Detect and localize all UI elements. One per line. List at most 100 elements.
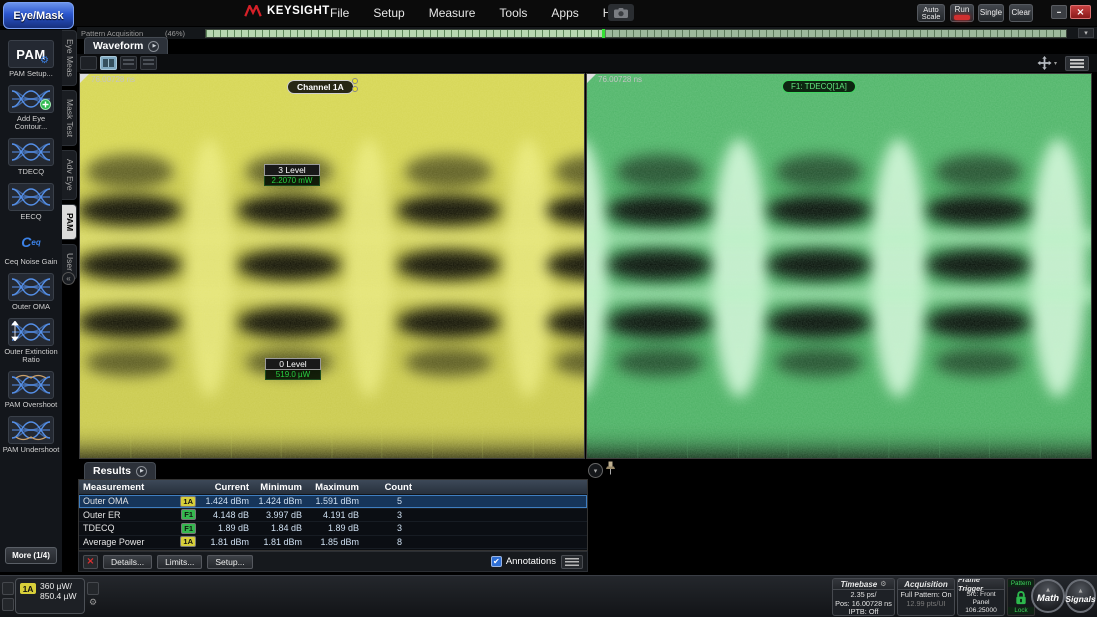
results-header-row: Measurement Current Minimum Maximum Coun… bbox=[79, 480, 587, 495]
single-button[interactable]: Single bbox=[978, 4, 1004, 22]
channel-scale-panel[interactable]: 1A 360 µW/ 850.4 µW bbox=[15, 578, 85, 614]
function-badge[interactable]: F1: TDECQ[1A] bbox=[782, 80, 856, 93]
sidebar-collapse-button[interactable]: « bbox=[62, 272, 75, 285]
pin-icon[interactable] bbox=[606, 461, 615, 480]
sidebar-item-ceq-noise-gain[interactable]: Ceq Ceq Noise Gain bbox=[1, 228, 61, 266]
maximum-value: 4.191 dB bbox=[306, 510, 363, 520]
pane-corner-marker bbox=[587, 74, 596, 83]
progress-marker bbox=[602, 29, 605, 38]
chevron-down-icon: ▾ bbox=[594, 467, 598, 475]
minimize-button[interactable]: – bbox=[1051, 5, 1067, 19]
table-row-average-power[interactable]: Average Power1A 1.81 dBm 1.81 dBm 1.85 d… bbox=[79, 536, 587, 550]
signals-button[interactable]: ▲ Signals bbox=[1065, 579, 1096, 613]
channel-prev2-button[interactable] bbox=[2, 598, 14, 611]
frame-trigger-panel[interactable]: Frame Trigger Src: Front Panel 106.25000… bbox=[957, 578, 1005, 616]
col-minimum[interactable]: Minimum bbox=[253, 482, 306, 493]
details-button[interactable]: Details... bbox=[103, 555, 152, 569]
sidebar-item-pam-undershoot[interactable]: PAM Undershoot bbox=[1, 416, 61, 454]
col-measurement[interactable]: Measurement bbox=[79, 482, 199, 493]
waveform-pane-channel-1a[interactable]: 76.00728 ns Channel 1A 3 Level 2.2070 mW… bbox=[79, 73, 585, 459]
table-row-outer-er[interactable]: Outer ERF1 4.148 dB 3.997 dB 4.191 dB 3 bbox=[79, 509, 587, 523]
setup-label: Setup... bbox=[215, 557, 244, 567]
layout-single-button[interactable] bbox=[80, 56, 97, 70]
add-eye-contour-icon bbox=[8, 85, 54, 113]
table-view-button[interactable] bbox=[561, 555, 583, 569]
maximum-value: 1.591 dBm bbox=[306, 496, 363, 506]
annotations-toggle[interactable]: ✔ Annotations bbox=[491, 556, 556, 567]
channel-prev-button[interactable] bbox=[2, 582, 14, 595]
delete-measurement-button[interactable]: × bbox=[83, 555, 98, 569]
annotation-title: 0 Level bbox=[265, 358, 321, 370]
menu-measure[interactable]: Measure bbox=[429, 6, 476, 20]
menu-setup[interactable]: Setup bbox=[373, 6, 404, 20]
minimum-value: 1.81 dBm bbox=[253, 537, 306, 547]
menu-file[interactable]: File bbox=[330, 6, 349, 20]
tab-eye-meas[interactable]: Eye Meas bbox=[62, 30, 77, 86]
menu-apps[interactable]: Apps bbox=[551, 6, 578, 20]
menu-tools[interactable]: Tools bbox=[499, 6, 527, 20]
auto-scale-button[interactable]: Auto Scale bbox=[917, 4, 945, 22]
play-icon[interactable]: ▶ bbox=[136, 466, 147, 477]
pan-tool-button[interactable]: ▾ bbox=[1037, 56, 1057, 70]
measurement-name: TDECQ bbox=[83, 523, 115, 533]
sidebar-item-eecq[interactable]: EECQ bbox=[1, 183, 61, 221]
sidebar-item-add-eye-contour[interactable]: Add Eye Contour... bbox=[1, 85, 61, 131]
col-maximum[interactable]: Maximum bbox=[306, 482, 363, 493]
run-button[interactable]: Run bbox=[950, 4, 974, 22]
tab-waveform[interactable]: Waveform ▶ bbox=[84, 37, 168, 54]
tab-pam[interactable]: PAM bbox=[62, 204, 77, 240]
display-toolstrip: ▾ bbox=[77, 54, 1097, 72]
ceq-logo-text: C bbox=[21, 234, 31, 250]
minimum-value: 1.84 dB bbox=[253, 523, 306, 533]
close-icon: × bbox=[1076, 7, 1084, 18]
channel-badge[interactable]: Channel 1A bbox=[287, 80, 354, 94]
sidebar-item-pam-setup[interactable]: PAM ⚙ PAM Setup... bbox=[1, 40, 61, 78]
close-button[interactable]: × bbox=[1070, 5, 1091, 19]
layout-rows-button[interactable] bbox=[120, 56, 137, 70]
tab-results[interactable]: Results ▶ bbox=[84, 462, 156, 479]
sidebar-item-outer-er[interactable]: Outer Extinction Ratio bbox=[1, 318, 61, 364]
sidebar-category-tabs: Eye Meas Mask Test Adv Eye PAM User bbox=[62, 30, 77, 280]
chevron-down-icon: ▾ bbox=[1084, 29, 1088, 37]
pam-undershoot-icon bbox=[8, 416, 54, 444]
mode-selector-button[interactable]: Eye/Mask bbox=[3, 2, 74, 29]
sidebar-item-outer-oma[interactable]: Outer OMA bbox=[1, 273, 61, 311]
tab-mask-test[interactable]: Mask Test bbox=[62, 90, 77, 146]
clear-button[interactable]: Clear bbox=[1009, 4, 1033, 22]
limits-button[interactable]: Limits... bbox=[157, 555, 202, 569]
current-value: 1.81 dBm bbox=[199, 537, 253, 547]
channel-badge-label: Channel 1A bbox=[297, 82, 344, 92]
sidebar-more-button[interactable]: More (1/4) bbox=[5, 547, 57, 564]
check-icon[interactable]: ✔ bbox=[491, 556, 502, 567]
progress-expand-button[interactable]: ▾ bbox=[1078, 28, 1094, 38]
undershoot-arcs bbox=[16, 436, 46, 442]
source-badge: F1 bbox=[181, 509, 196, 520]
level-0-annotation[interactable]: 0 Level 519.0 µW bbox=[265, 358, 321, 380]
layout-grid-button[interactable] bbox=[140, 56, 157, 70]
setup-button[interactable]: Setup... bbox=[207, 555, 252, 569]
level-3-annotation[interactable]: 3 Level 2.2070 mW bbox=[264, 164, 320, 186]
acquisition-panel[interactable]: Acquisition Full Pattern: On 12.99 pts/U… bbox=[897, 578, 955, 616]
screenshot-button[interactable] bbox=[608, 4, 634, 21]
table-row-outer-oma[interactable]: Outer OMA1A 1.424 dBm 1.424 dBm 1.591 dB… bbox=[79, 495, 587, 509]
table-row-tdecq[interactable]: TDECQF1 1.89 dB 1.84 dB 1.89 dB 3 bbox=[79, 522, 587, 536]
gear-icon: ⚙ bbox=[40, 55, 49, 66]
timebase-panel[interactable]: Timebase ⚙ 2.35 ps/ Pos: 16.00728 ns IPT… bbox=[832, 578, 895, 616]
results-collapse-button[interactable]: ▾ bbox=[588, 463, 603, 478]
annotation-value: 2.2070 mW bbox=[264, 176, 320, 186]
delete-icon: × bbox=[86, 556, 94, 567]
gear-icon[interactable]: ⚙ bbox=[89, 598, 97, 608]
source-badge: 1A bbox=[180, 536, 196, 547]
col-current[interactable]: Current bbox=[199, 482, 253, 493]
display-menu-button[interactable] bbox=[1065, 56, 1089, 71]
channel-next-button[interactable] bbox=[87, 582, 99, 595]
waveform-pane-f1-tdecq[interactable]: 76.00728 ns F1: TDECQ[1A] bbox=[586, 73, 1092, 459]
col-count[interactable]: Count bbox=[363, 482, 416, 493]
sidebar-item-tdecq[interactable]: TDECQ bbox=[1, 138, 61, 176]
sidebar-item-pam-overshoot[interactable]: PAM Overshoot bbox=[1, 371, 61, 409]
layout-split-button[interactable] bbox=[100, 56, 117, 70]
math-button[interactable]: ▲ Math bbox=[1031, 579, 1065, 613]
eye-diagram-f1-tdecq bbox=[587, 74, 1091, 458]
tab-adv-eye[interactable]: Adv Eye bbox=[62, 150, 77, 200]
play-icon[interactable]: ▶ bbox=[148, 41, 159, 52]
